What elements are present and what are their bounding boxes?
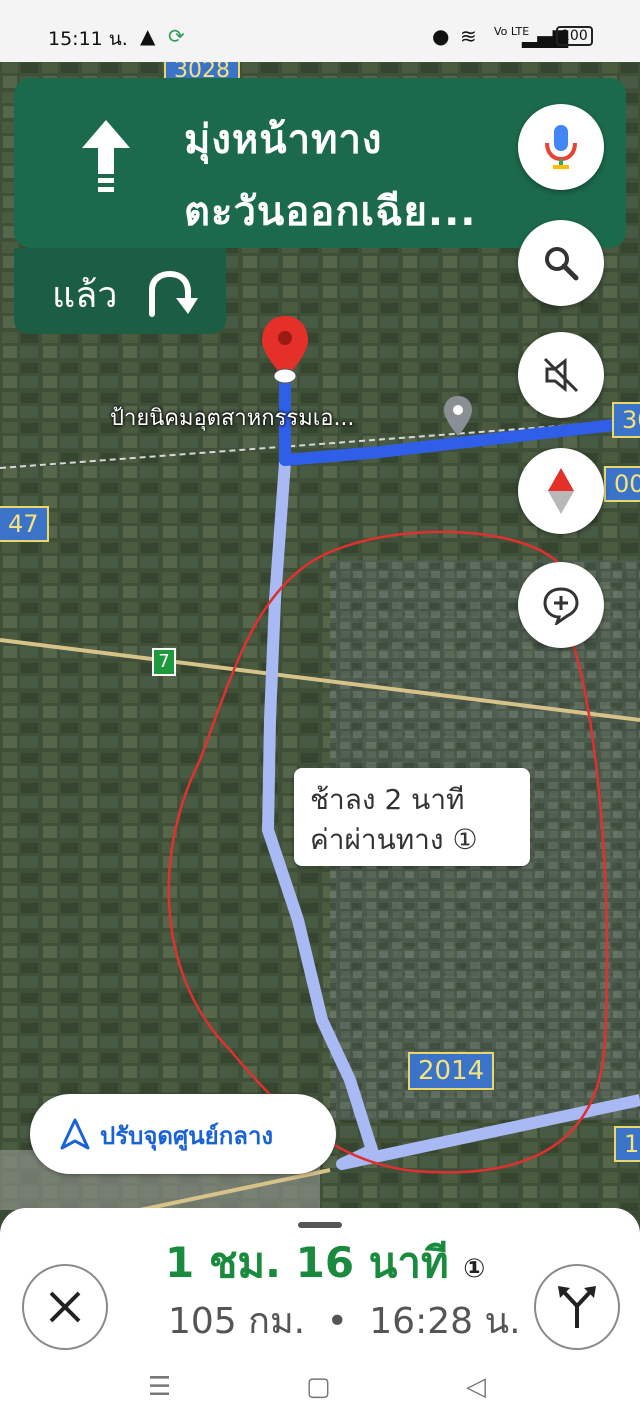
eta-duration: 1 ชม. 16 นาที ①	[165, 1230, 485, 1296]
search-icon	[545, 247, 579, 281]
compass-icon	[548, 468, 574, 514]
road-label: 004	[604, 466, 640, 502]
home-button[interactable]: ▢	[306, 1372, 331, 1402]
toll-icon: ①	[463, 1254, 486, 1284]
navigation-status-icon: ▲	[140, 24, 156, 48]
road-label: 2014	[408, 1052, 495, 1090]
back-button[interactable]: ◁	[466, 1372, 486, 1402]
mute-button[interactable]	[518, 332, 604, 418]
eta-text: 1 ชม. 16 นาที	[165, 1238, 449, 1287]
trip-details: 105 กม. • 16:28 น.	[168, 1292, 521, 1349]
search-button[interactable]	[518, 220, 604, 306]
road-label: 1	[614, 1126, 640, 1162]
alt-routes-icon	[558, 1286, 596, 1328]
road-label: 47	[0, 506, 49, 542]
alternate-routes-button[interactable]	[534, 1264, 620, 1350]
status-bar: 15:11 น. ▲ ⟳ ● ≋ Vo LTE ▂▄▆ 100	[0, 0, 640, 62]
road-label: 30	[612, 402, 640, 438]
location-icon: ●	[432, 24, 450, 48]
then-label: แล้ว	[52, 275, 118, 316]
add-report-button[interactable]	[518, 562, 604, 648]
navigation-arrow-icon	[82, 120, 130, 192]
callout-delay: ช้าลง 2 นาที	[310, 783, 465, 816]
voice-search-button[interactable]	[518, 104, 604, 190]
maps-status-icon: ⟳	[168, 24, 185, 48]
mute-icon	[543, 357, 579, 393]
status-time: 15:11 น.	[48, 28, 128, 50]
mic-icon	[545, 125, 577, 169]
close-icon	[49, 1291, 81, 1323]
recenter-label: ปรับจุดศูนย์กลาง	[100, 1122, 274, 1150]
instruction-line-2: ตะวันออกเฉีย...	[184, 189, 477, 235]
route-info-callout[interactable]: ช้าลง 2 นาที ค่าผ่านทาง ①	[294, 768, 530, 866]
highway-shield: 7	[152, 648, 176, 676]
trip-distance: 105 กม.	[168, 1301, 306, 1342]
arrival-time: 16:28 น.	[369, 1301, 521, 1342]
turn-right-icon	[149, 270, 198, 317]
trip-separator: •	[326, 1301, 348, 1342]
instruction-line-1: มุ่งหน้าทาง	[184, 117, 383, 163]
recenter-arrow-icon	[60, 1118, 90, 1150]
recenter-button[interactable]: ปรับจุดศูนย์กลาง	[30, 1094, 336, 1174]
battery-icon: 100	[556, 26, 593, 46]
then-turn-banner[interactable]: แล้ว	[14, 248, 226, 334]
recent-apps-button[interactable]: ☰	[148, 1372, 171, 1402]
wifi-icon: ≋	[460, 24, 477, 48]
compass-button[interactable]	[518, 448, 604, 534]
add-report-icon	[543, 587, 579, 625]
place-label[interactable]: ป้ายนิคมอุตสาหกรรมเอ...	[110, 400, 354, 435]
close-navigation-button[interactable]	[22, 1264, 108, 1350]
sheet-handle[interactable]	[298, 1222, 342, 1228]
instruction-text: มุ่งหน้าทาง ตะวันออกเฉีย...	[184, 104, 544, 248]
callout-toll: ค่าผ่านทาง ①	[310, 823, 478, 856]
